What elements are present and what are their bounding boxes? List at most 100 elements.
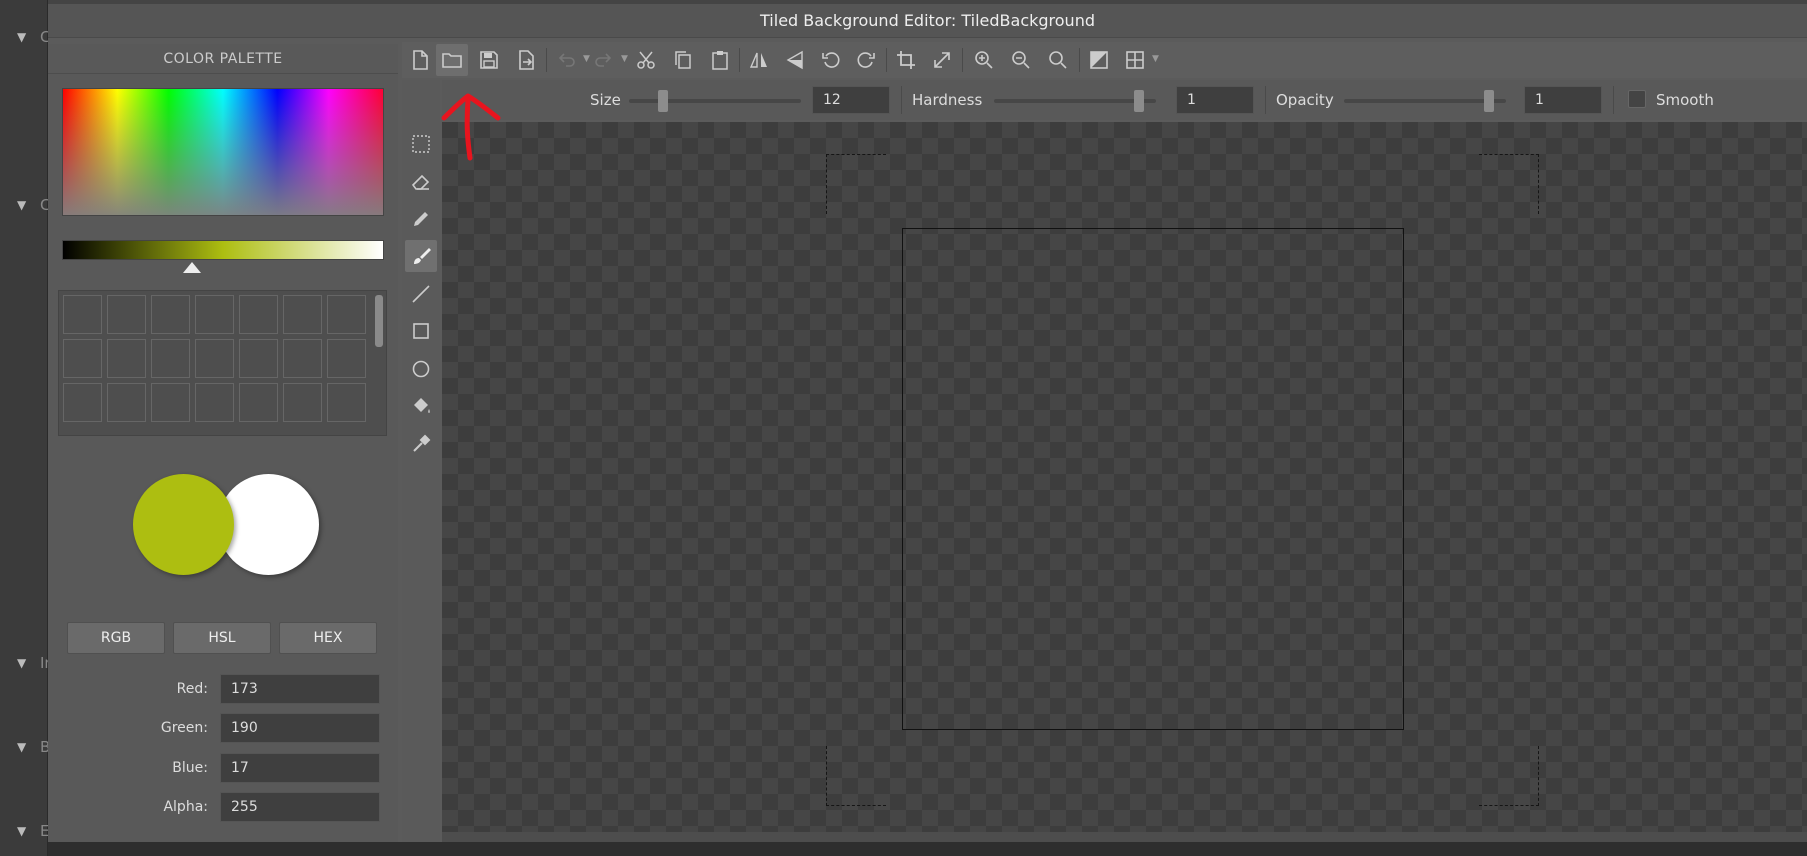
canvas-horizontal-scrollbar[interactable]	[442, 832, 1807, 842]
size-slider-thumb[interactable]	[658, 90, 669, 112]
color-swatch[interactable]	[107, 295, 146, 334]
zoom-out-icon[interactable]	[1005, 44, 1037, 76]
toolbar-separator	[962, 48, 963, 72]
opacity-label: Opacity	[1276, 91, 1334, 109]
toolbar-separator	[1079, 48, 1080, 72]
shade-slider-marker[interactable]	[183, 262, 201, 273]
ellipse-icon[interactable]	[405, 353, 437, 385]
color-swatch[interactable]	[107, 383, 146, 422]
shade-slider[interactable]	[62, 240, 384, 260]
flip-vertical-icon[interactable]	[779, 44, 811, 76]
color-swatch[interactable]	[283, 295, 322, 334]
color-swatch[interactable]	[107, 339, 146, 378]
collapse-arrow-icon[interactable]: ▼	[17, 656, 26, 670]
pencil-icon[interactable]	[405, 203, 437, 235]
color-swatch[interactable]	[283, 383, 322, 422]
background-bottom-bar	[48, 842, 1807, 856]
palette-title: COLOR PALETTE	[48, 44, 398, 74]
redo-dropdown-caret[interactable]: ▼	[621, 54, 628, 64]
zoom-in-icon[interactable]	[968, 44, 1000, 76]
color-swatch[interactable]	[283, 339, 322, 378]
open-folder-icon[interactable]	[436, 44, 468, 76]
swatch-grid	[63, 295, 366, 422]
size-field[interactable]: 12	[812, 86, 890, 114]
smooth-checkbox[interactable]	[1628, 90, 1646, 108]
color-swatch[interactable]	[327, 383, 366, 422]
blue-field[interactable]: 17	[220, 753, 380, 783]
color-swatch[interactable]	[151, 339, 190, 378]
dialog-title[interactable]: Tiled Background Editor: TiledBackground	[48, 4, 1807, 38]
swatch-grid-panel	[58, 290, 387, 436]
color-swatch[interactable]	[239, 295, 278, 334]
tile-corner-guide	[826, 154, 886, 214]
color-swatch[interactable]	[239, 339, 278, 378]
collapse-arrow-icon[interactable]: ▼	[17, 740, 26, 754]
line-icon[interactable]	[405, 278, 437, 310]
opacity-slider[interactable]	[1344, 99, 1506, 103]
hardness-slider-thumb[interactable]	[1133, 90, 1144, 112]
eraser-icon[interactable]	[405, 166, 437, 198]
options-separator	[1265, 86, 1266, 114]
opacity-slider-thumb[interactable]	[1483, 90, 1494, 112]
grid-icon[interactable]	[1119, 44, 1151, 76]
collapse-arrow-icon[interactable]: ▼	[17, 824, 26, 838]
rotate-right-icon[interactable]	[850, 44, 882, 76]
rotate-left-icon[interactable]	[815, 44, 847, 76]
color-swatch[interactable]	[327, 339, 366, 378]
size-slider[interactable]	[629, 99, 801, 103]
collapse-arrow-icon[interactable]: ▼	[17, 30, 26, 44]
zoom-reset-icon[interactable]	[1042, 44, 1074, 76]
color-swatch[interactable]	[63, 339, 102, 378]
cut-icon[interactable]	[630, 44, 662, 76]
undo-icon[interactable]	[550, 44, 582, 76]
tool-panel	[402, 80, 440, 842]
rgb-mode-button[interactable]: RGB	[67, 622, 165, 654]
resize-icon[interactable]	[926, 44, 958, 76]
color-swatch[interactable]	[151, 295, 190, 334]
drawing-canvas[interactable]	[442, 122, 1807, 842]
hex-mode-button[interactable]: HEX	[279, 622, 377, 654]
color-swatch[interactable]	[327, 295, 366, 334]
flip-horizontal-icon[interactable]	[743, 44, 775, 76]
hardness-label: Hardness	[912, 91, 983, 109]
hsl-mode-button[interactable]: HSL	[173, 622, 271, 654]
paste-icon[interactable]	[704, 44, 736, 76]
redo-icon[interactable]	[588, 44, 620, 76]
grid-dropdown-caret[interactable]: ▼	[1152, 54, 1159, 64]
alpha-label: Alpha:	[163, 799, 208, 815]
opacity-field[interactable]: 1	[1524, 86, 1602, 114]
brush-icon[interactable]	[405, 240, 437, 272]
tiled-background-editor-dialog: Tiled Background Editor: TiledBackground…	[48, 4, 1807, 842]
red-field[interactable]: 173	[220, 674, 380, 704]
new-file-icon[interactable]	[404, 44, 436, 76]
toolbar-separator	[886, 48, 887, 72]
color-swatch[interactable]	[239, 383, 278, 422]
hardness-field[interactable]: 1	[1176, 86, 1254, 114]
color-swatch[interactable]	[63, 383, 102, 422]
color-swatch[interactable]	[151, 383, 190, 422]
color-swatch[interactable]	[195, 295, 234, 334]
fill-bucket-icon[interactable]	[405, 390, 437, 422]
color-swatch[interactable]	[63, 295, 102, 334]
crop-icon[interactable]	[890, 44, 922, 76]
green-field[interactable]: 190	[220, 713, 380, 743]
red-label: Red:	[176, 681, 208, 697]
color-palette-panel: COLOR PALETTE RGB HSL HEX Red: 173 Green…	[48, 44, 398, 842]
main-toolbar: ▼ ▼ ▼	[402, 42, 1807, 78]
rectangle-icon[interactable]	[405, 315, 437, 347]
alpha-field[interactable]: 255	[220, 792, 380, 822]
color-spectrum-picker[interactable]	[62, 88, 384, 216]
toggle-background-icon[interactable]	[1083, 44, 1115, 76]
collapse-arrow-icon[interactable]: ▼	[17, 198, 26, 212]
export-icon[interactable]	[510, 44, 542, 76]
brush-options-bar: Size 12 Hardness 1 Opacity 1 Smooth	[442, 80, 1807, 120]
swatch-scrollbar[interactable]	[375, 295, 383, 347]
hardness-slider[interactable]	[994, 99, 1156, 103]
copy-icon[interactable]	[667, 44, 699, 76]
foreground-color-circle[interactable]	[133, 474, 234, 575]
color-swatch[interactable]	[195, 383, 234, 422]
save-icon[interactable]	[473, 44, 505, 76]
eyedropper-icon[interactable]	[405, 428, 437, 460]
color-swatch[interactable]	[195, 339, 234, 378]
toolbar-separator	[546, 48, 547, 72]
